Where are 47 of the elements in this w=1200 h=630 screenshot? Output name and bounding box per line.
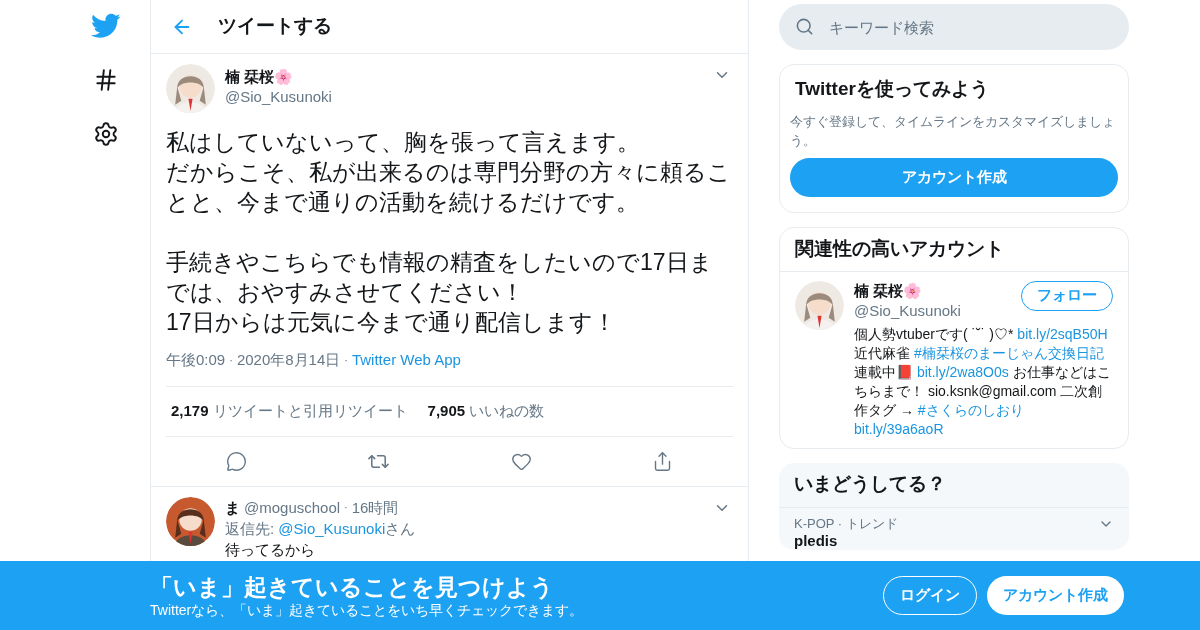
source-link[interactable]: Twitter Web App xyxy=(351,349,461,372)
tweet-text: だからこそ、私が出来るのは専門分野の方々に頼ることと、今まで通りの活動を続けるだけです。 xyxy=(166,158,732,217)
stat-label[interactable]: リツイートと引用リツイート xyxy=(212,399,408,423)
stat-count[interactable]: 2,179 xyxy=(171,399,209,423)
hashtag-icon[interactable] xyxy=(93,67,119,93)
search-field[interactable]: キーワード検索 xyxy=(779,4,1129,50)
tweet-time: 午後0:09 xyxy=(166,350,226,370)
reply-author-handle[interactable]: @moguschool xyxy=(244,496,341,518)
card-title: Twitterを使ってみよう xyxy=(794,77,990,101)
stat-count[interactable]: 7,905 xyxy=(427,399,466,423)
banner-text: Twitterなら、「いま」起きていることをいち早くチェックできます。 xyxy=(150,600,585,619)
account-handle[interactable]: @Sio_Kusunoki xyxy=(854,300,961,321)
reply-text: 待ってるから xyxy=(225,539,316,560)
signup-button[interactable]: アカウント作成 xyxy=(790,157,1118,197)
trend-context: K-POP · トレンド xyxy=(794,515,899,532)
separator-dot: · xyxy=(344,499,348,515)
tweet-date: 2020年8月14日 xyxy=(236,350,341,370)
bio-link[interactable]: #楠栞桜のまーじゃん交換日記 xyxy=(913,344,1104,361)
tweet-text: 手続きやこちらでも情報の精査をしたいので17日までは、おやすみさせてください！ xyxy=(166,248,714,307)
separator-dot: · xyxy=(229,353,233,368)
tweet-text: 17日からは元気に今まで通り配信します！ xyxy=(166,308,617,337)
trend-name[interactable]: pledis xyxy=(794,531,1098,550)
page-title: ツイートする xyxy=(218,14,332,39)
settings-icon[interactable] xyxy=(93,121,119,147)
bio-link[interactable]: bit.ly/39a6aoR xyxy=(854,420,944,437)
account-bio: 個人勢vtuberです( ˙˘˙ )♡* bit.ly/2sqB50H 近代麻雀 #楠栞桜のまーじゃん交換日記 連載中📕 bit.ly/2wa8O0s お仕事などはこちらまで！ sio.ksnk@gmail.com 二次創作タグ → #さくらのしおり bit.ly/39a6aoR xyxy=(854,324,1112,439)
author-handle[interactable]: @Sio_Kusunoki xyxy=(225,87,703,107)
card-title: 関連性の高いアカウント xyxy=(795,236,1004,261)
author-name[interactable]: 楠 栞桜🌸 xyxy=(225,67,703,87)
banner-title: 「いま」起きていることを見つけよう xyxy=(150,572,555,601)
card-title: いまどうしてる？ xyxy=(794,472,946,497)
bio-link[interactable]: bit.ly/2sqB50H xyxy=(1017,325,1108,342)
separator-dot: · xyxy=(344,353,348,368)
card-text: 今すぐ登録して、タイムラインをカスタマイズしましょう。 xyxy=(790,112,1116,150)
mention-link[interactable]: @Sio_Kusunoki xyxy=(278,519,386,537)
reply-author-name[interactable]: ま xyxy=(225,496,240,518)
bio-link[interactable]: bit.ly/2wa8O0s xyxy=(916,363,1009,380)
bird-icon[interactable] xyxy=(91,13,121,39)
replying-to-text: 返信先: @Sio_Kusunokiさん xyxy=(225,518,417,539)
account-name[interactable]: 楠 栞桜🌸 xyxy=(854,280,961,301)
search-icon xyxy=(795,17,814,36)
stat-label[interactable]: いいねの数 xyxy=(469,399,545,423)
tweet-text: 私はしていないって、胸を張って言えます。 xyxy=(166,128,641,157)
bio-link[interactable]: #さくらのしおり xyxy=(917,401,1024,418)
signup-button[interactable]: アカウント作成 xyxy=(987,576,1124,615)
reply-time: 16時間 xyxy=(351,497,399,518)
reply-icon[interactable] xyxy=(226,450,248,472)
